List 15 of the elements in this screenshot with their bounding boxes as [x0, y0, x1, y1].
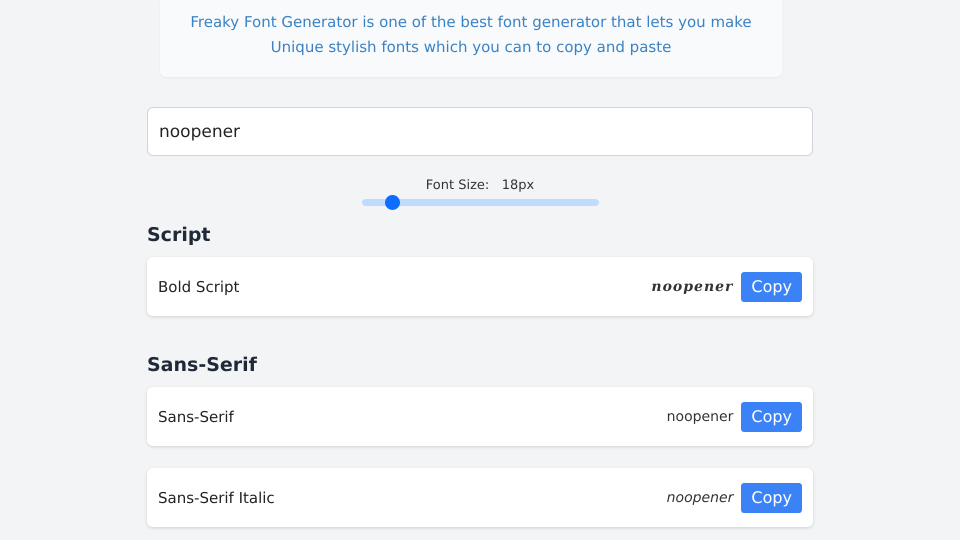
intro-text: Freaky Font Generator is one of the best font generator that lets you make Unique stylish fonts which you can to copy and paste [160, 0, 782, 77]
font-name: Bold Script [158, 278, 240, 296]
section-heading: Sans-Serif [147, 354, 258, 376]
font-preview: noopener [666, 490, 734, 506]
copy-button[interactable]: Copy [741, 402, 802, 432]
slider-thumb[interactable] [385, 195, 400, 210]
section-heading: Script [147, 224, 212, 246]
text-input[interactable]: noopener [147, 107, 813, 156]
font-size-label: Font Size: 18px [426, 178, 534, 193]
font-name: Sans-Serif [158, 408, 234, 426]
copy-button[interactable]: Copy [741, 272, 802, 302]
font-preview: noopener [651, 278, 734, 294]
copy-button[interactable]: Copy [741, 482, 802, 512]
font-name: Sans-Serif Italic [158, 488, 275, 506]
font-preview: noopener [666, 408, 734, 424]
